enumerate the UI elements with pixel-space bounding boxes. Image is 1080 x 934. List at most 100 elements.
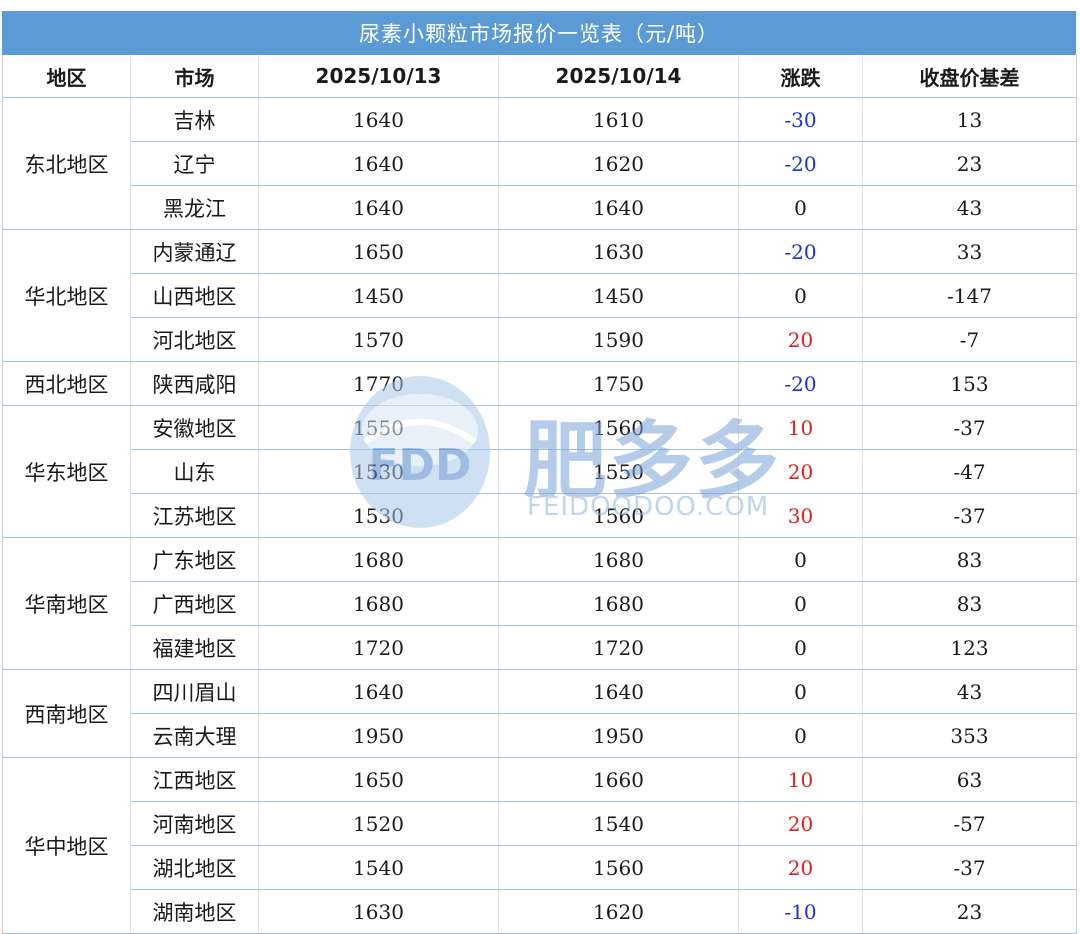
change-cell: -20: [738, 361, 863, 406]
basis-cell: -37: [862, 845, 1077, 890]
header-row: 地区 市场 2025/10/13 2025/10/14 涨跌 收盘价基差: [2, 55, 1077, 98]
price-date-1-cell: 1680: [258, 537, 499, 582]
change-cell: 0: [738, 713, 863, 758]
change-cell: 10: [738, 405, 863, 450]
price-date-1-cell: 1630: [258, 889, 499, 934]
price-date-2-cell: 1660: [498, 757, 739, 802]
table-row: 河南地区 1520 1540 20 -57: [3, 801, 1077, 846]
price-date-2-cell: 1620: [498, 141, 739, 186]
table-row: 华南地区 广东地区 1680 1680 0 83: [2, 537, 1077, 670]
change-cell: -20: [738, 141, 863, 186]
basis-cell: 63: [862, 757, 1077, 802]
price-date-1-cell: 1640: [258, 141, 499, 186]
table-row: 辽宁 1640 1620 -20 23: [3, 141, 1077, 186]
price-date-2-cell: 1560: [498, 845, 739, 890]
market-cell: 山西地区: [130, 273, 259, 318]
region-cell: 西南地区: [2, 669, 131, 758]
basis-cell: -57: [862, 801, 1077, 846]
price-date-1-cell: 1770: [258, 361, 499, 406]
header-change: 涨跌: [738, 55, 863, 98]
basis-cell: 123: [862, 625, 1077, 670]
basis-cell: 23: [862, 889, 1077, 934]
region-cell: 华东地区: [2, 405, 131, 538]
change-cell: 10: [738, 757, 863, 802]
basis-cell: -147: [862, 273, 1077, 318]
change-cell: 0: [738, 185, 863, 230]
market-cell: 湖南地区: [130, 889, 259, 934]
table-row: 湖北地区 1540 1560 20 -37: [3, 845, 1077, 890]
basis-cell: 43: [862, 185, 1077, 230]
header-region: 地区: [2, 55, 131, 98]
change-cell: 0: [738, 537, 863, 582]
basis-cell: 83: [862, 581, 1077, 626]
table-row: 山东 1530 1550 20 -47: [3, 449, 1077, 494]
basis-cell: 33: [862, 229, 1077, 274]
region-cell: 华北地区: [2, 229, 131, 362]
market-cell: 安徽地区: [130, 405, 259, 450]
price-date-1-cell: 1640: [258, 97, 499, 142]
price-date-2-cell: 1550: [498, 449, 739, 494]
table-row: 东北地区 吉林 1640 1610 -30 13: [2, 97, 1077, 230]
table-row: 西南地区 四川眉山 1640 1640 0 43: [2, 669, 1077, 758]
region-cell: 华中地区: [2, 757, 131, 934]
price-date-2-cell: 1560: [498, 493, 739, 538]
price-date-2-cell: 1640: [498, 669, 739, 714]
header-basis: 收盘价基差: [862, 55, 1077, 98]
price-date-1-cell: 1520: [258, 801, 499, 846]
header-date-2: 2025/10/14: [498, 55, 739, 98]
table-row: 云南大理 1950 1950 0 353: [3, 713, 1077, 758]
table-row: 江苏地区 1530 1560 30 -37: [3, 493, 1077, 538]
price-date-2-cell: 1950: [498, 713, 739, 758]
region-cell: 西北地区: [2, 361, 131, 406]
header-market: 市场: [130, 55, 259, 98]
price-date-1-cell: 1640: [258, 669, 499, 714]
price-date-1-cell: 1540: [258, 845, 499, 890]
price-date-2-cell: 1630: [498, 229, 739, 274]
change-cell: 0: [738, 625, 863, 670]
market-cell: 陕西咸阳: [130, 361, 259, 406]
basis-cell: 83: [862, 537, 1077, 582]
price-date-2-cell: 1620: [498, 889, 739, 934]
price-date-2-cell: 1750: [498, 361, 739, 406]
price-date-2-cell: 1680: [498, 537, 739, 582]
market-cell: 内蒙通辽: [130, 229, 259, 274]
market-cell: 河北地区: [130, 317, 259, 362]
price-table-container: 尿素小颗粒市场报价一览表（元/吨） 地区 市场 2025/10/13 2025/…: [2, 11, 1077, 934]
change-cell: 30: [738, 493, 863, 538]
change-cell: 0: [738, 581, 863, 626]
basis-cell: 353: [862, 713, 1077, 758]
table-row: 山西地区 1450 1450 0 -147: [3, 273, 1077, 318]
header-date-1: 2025/10/13: [258, 55, 499, 98]
price-table: 地区 市场 2025/10/13 2025/10/14 涨跌 收盘价基差 东北地…: [2, 55, 1077, 934]
table-row: 广西地区 1680 1680 0 83: [3, 581, 1077, 626]
change-cell: 20: [738, 317, 863, 362]
price-date-2-cell: 1450: [498, 273, 739, 318]
price-date-1-cell: 1530: [258, 493, 499, 538]
price-date-1-cell: 1550: [258, 405, 499, 450]
price-date-1-cell: 1950: [258, 713, 499, 758]
price-date-2-cell: 1720: [498, 625, 739, 670]
price-date-1-cell: 1450: [258, 273, 499, 318]
market-cell: 云南大理: [130, 713, 259, 758]
market-cell: 河南地区: [130, 801, 259, 846]
table-row: 黑龙江 1640 1640 0 43: [3, 185, 1077, 230]
table-row: 湖南地区 1630 1620 -10 23: [3, 889, 1077, 934]
price-date-1-cell: 1650: [258, 757, 499, 802]
basis-cell: -37: [862, 493, 1077, 538]
table-row: 西北地区 陕西咸阳 1770 1750 -20 153: [2, 361, 1077, 406]
change-cell: -30: [738, 97, 863, 142]
price-date-2-cell: 1680: [498, 581, 739, 626]
price-date-1-cell: 1530: [258, 449, 499, 494]
basis-cell: -7: [862, 317, 1077, 362]
region-cell: 东北地区: [2, 97, 131, 230]
table-row: 福建地区 1720 1720 0 123: [3, 625, 1077, 670]
price-date-1-cell: 1720: [258, 625, 499, 670]
price-date-1-cell: 1640: [258, 185, 499, 230]
market-cell: 吉林: [130, 97, 259, 142]
change-cell: 20: [738, 449, 863, 494]
table-row: 河北地区 1570 1590 20 -7: [3, 317, 1077, 362]
price-date-1-cell: 1570: [258, 317, 499, 362]
price-date-2-cell: 1540: [498, 801, 739, 846]
table-row: 华中地区 江西地区 1650 1660 10 63: [2, 757, 1077, 934]
table-row: 华东地区 安徽地区 1550 1560 10 -37: [2, 405, 1077, 538]
